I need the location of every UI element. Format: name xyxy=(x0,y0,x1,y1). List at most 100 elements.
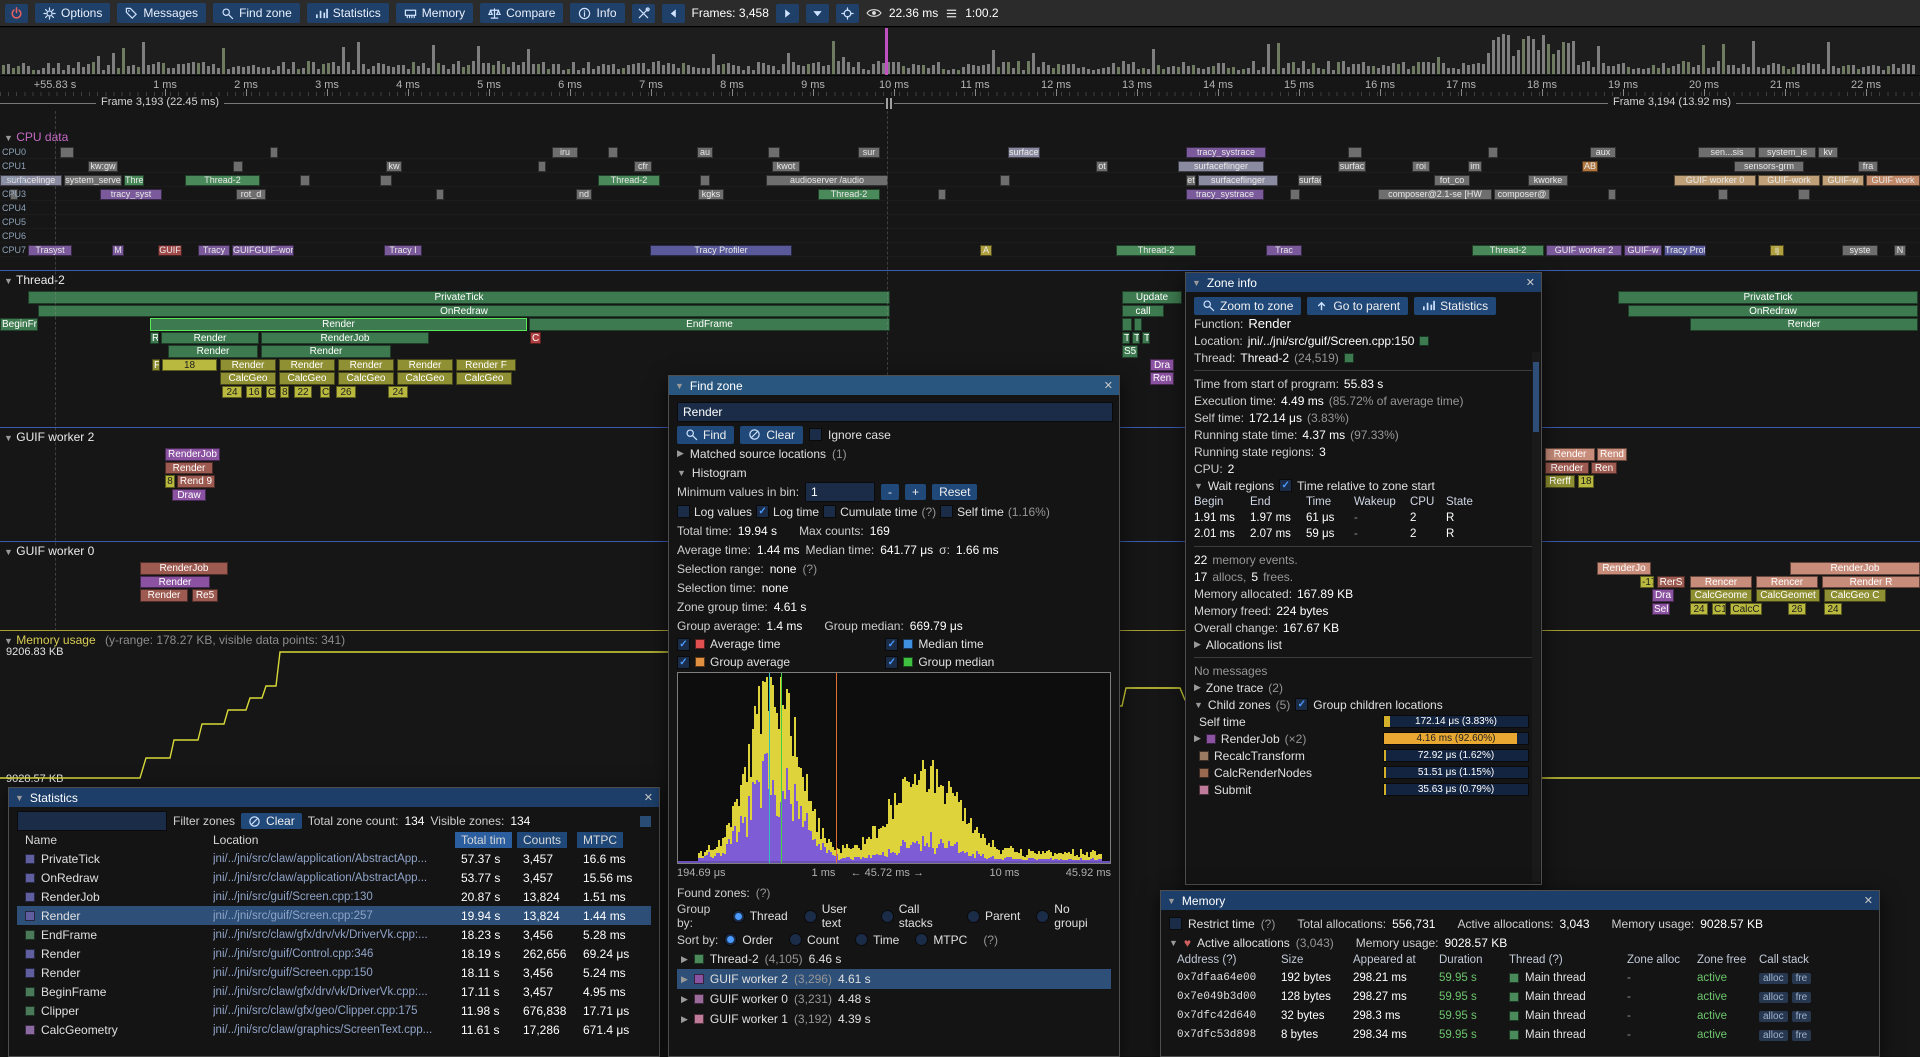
scrollbar-grip[interactable] xyxy=(640,816,651,827)
zone[interactable]: PrivateTick xyxy=(28,291,890,304)
cpu-segment[interactable]: kwot xyxy=(772,161,800,172)
memory-usage-header[interactable]: ▼ Memory usage (y-range: 178.27 KB, visi… xyxy=(4,633,345,647)
collapse-icon[interactable]: ▼ xyxy=(675,381,684,391)
cpu-segment[interactable]: Thread-2 xyxy=(598,175,660,186)
zone[interactable]: 18 xyxy=(162,359,217,372)
cpu-segment[interactable] xyxy=(700,175,710,186)
cpu-segment[interactable]: kv xyxy=(1818,147,1838,158)
table-row[interactable]: Clipperjni/../jni/src/claw/gfx/geo/Clipp… xyxy=(17,1001,651,1020)
allocation-column-header[interactable]: Zone free xyxy=(1697,954,1759,966)
sort-by-option[interactable]: Time xyxy=(855,933,899,947)
legend-checkbox[interactable] xyxy=(885,638,898,651)
allocation-row[interactable]: 0x7dfc53d8988 bytes298.34 ms59.95 sMain … xyxy=(1169,1025,1871,1044)
child-zone-row[interactable]: Submit35.63 μs (0.79%) xyxy=(1194,781,1533,798)
zone[interactable]: T xyxy=(1122,332,1130,345)
call-stack-button[interactable]: fre xyxy=(1792,973,1812,984)
cpu-segment[interactable] xyxy=(1608,189,1616,200)
zone[interactable]: C1 xyxy=(1712,603,1726,616)
allocation-column-header[interactable]: Size xyxy=(1281,954,1353,966)
cpu-segment[interactable]: Tracy I xyxy=(384,245,422,256)
cpu-segment[interactable]: tracy_syst xyxy=(100,189,162,200)
clear-button[interactable]: Clear xyxy=(740,426,803,444)
cpu-segment[interactable] xyxy=(1000,175,1010,186)
zone[interactable]: CalcGeo C xyxy=(1824,589,1886,602)
histogram-chart[interactable] xyxy=(677,672,1111,864)
cpu-segment[interactable]: syste xyxy=(1842,245,1878,256)
zone[interactable]: Render xyxy=(1545,448,1595,461)
cpu-segment[interactable]: Thre xyxy=(124,175,144,186)
bin-plus-button[interactable]: + xyxy=(905,484,926,500)
cpu-segment[interactable]: cfr xyxy=(634,161,652,172)
zone[interactable]: S5 xyxy=(1122,345,1138,358)
wait-region-row[interactable]: 2.01 ms2.07 ms59 μs-2R xyxy=(1194,526,1533,542)
toolbar-button-find-zone[interactable]: Find zone xyxy=(213,3,300,23)
column-header-location[interactable]: Location xyxy=(213,833,461,847)
scrollbar[interactable] xyxy=(1532,352,1540,882)
sort-by-option[interactable]: Count xyxy=(789,933,839,947)
zone[interactable]: Render xyxy=(140,576,210,589)
cpu-segment[interactable]: composer@2.1-se [HW xyxy=(1378,189,1492,200)
zone[interactable]: -17 xyxy=(1640,576,1654,589)
cpu-segment[interactable]: system_serve xyxy=(64,175,122,186)
frame-minimap[interactable] xyxy=(0,28,1920,76)
cpu-segment[interactable]: GUIF work xyxy=(1866,175,1920,186)
cpu-segment[interactable]: surfacef xyxy=(1008,147,1040,158)
cpu-segment[interactable]: et xyxy=(1186,175,1196,186)
toolbar-button-options[interactable]: Options xyxy=(35,3,110,23)
toolbar-button-info[interactable]: Info xyxy=(570,3,624,23)
allocation-row[interactable]: 0x7dfc42d64032 bytes298.3 ms59.95 sMain … xyxy=(1169,1006,1871,1025)
cpu-segment[interactable]: N xyxy=(1894,245,1906,256)
cpu-segment[interactable]: Tracy Profiler xyxy=(1664,245,1706,256)
zoom-to-zone-button[interactable]: Zoom to zone xyxy=(1194,297,1301,315)
child-zones-header[interactable]: ▼ Child zones(5) Group children location… xyxy=(1194,696,1533,713)
cpu-segment[interactable] xyxy=(60,147,74,158)
cpu-segment[interactable]: M xyxy=(112,245,124,256)
found-zone-group[interactable]: ▶GUIF worker 2(3,296)4.61 s xyxy=(677,969,1111,989)
cpu-segment[interactable]: surfac xyxy=(1338,161,1366,172)
cpu-segment[interactable]: kworke xyxy=(1528,175,1568,186)
close-icon[interactable]: ✕ xyxy=(1864,894,1873,907)
ignore-case-checkbox[interactable] xyxy=(809,428,822,441)
thread-header-guif-worker-0[interactable]: ▼ GUIF worker 0 xyxy=(4,544,94,558)
zone[interactable]: 24 xyxy=(388,386,408,399)
zone[interactable]: 26 xyxy=(1788,603,1806,616)
zone[interactable]: 24 xyxy=(1824,603,1842,616)
cpu-segment[interactable]: surfaceflinger xyxy=(1178,161,1264,172)
expand-icon[interactable]: ▶ xyxy=(681,974,688,985)
zone[interactable]: Render xyxy=(261,345,391,358)
cpu-segment[interactable]: au xyxy=(697,147,713,158)
zone[interactable]: Update xyxy=(1122,291,1182,304)
zone[interactable]: Dra xyxy=(1652,589,1674,602)
cpu-segment[interactable]: composer@ xyxy=(1494,189,1550,200)
cpu-segment[interactable]: Thread-2 xyxy=(1116,245,1196,256)
table-row[interactable]: Renderjni/../jni/src/guif/Control.cpp:34… xyxy=(17,944,651,963)
zone[interactable]: Render xyxy=(165,462,213,475)
legend-checkbox[interactable] xyxy=(885,656,898,669)
found-zone-group[interactable]: ▶Thread-2(4,105)6.46 s xyxy=(677,949,1111,969)
restrict-time-checkbox[interactable] xyxy=(1169,917,1182,930)
cpu-segment[interactable] xyxy=(538,161,546,172)
time-ruler[interactable]: +55.83 s1 ms2 ms3 ms4 ms5 ms6 ms7 ms8 ms… xyxy=(0,77,1920,96)
allocation-column-header[interactable]: Appeared at xyxy=(1353,954,1439,966)
zone[interactable]: Render xyxy=(279,359,335,372)
zone[interactable]: CalcGeo xyxy=(397,372,453,385)
close-icon[interactable]: ✕ xyxy=(644,791,653,804)
cpu-segment[interactable]: Trac xyxy=(1266,245,1302,256)
child-zone-row[interactable]: RecalcTransform72.92 μs (1.62%) xyxy=(1194,747,1533,764)
zone[interactable]: CalcGeomet xyxy=(1756,589,1820,602)
collapse-icon[interactable]: ▼ xyxy=(677,468,686,478)
zone[interactable]: CalcGeo xyxy=(456,372,512,385)
time-relative-checkbox[interactable] xyxy=(1279,479,1292,492)
collapse-icon[interactable]: ▼ xyxy=(1194,700,1203,710)
zone-trace-header[interactable]: ▶Zone trace(2) xyxy=(1194,679,1533,696)
expand-icon[interactable]: ▶ xyxy=(681,1014,688,1025)
wait-column-header[interactable]: End xyxy=(1250,496,1306,508)
cpu-segment[interactable] xyxy=(380,175,392,186)
group-by-option[interactable]: No groupi xyxy=(1036,902,1101,930)
zone[interactable]: Render xyxy=(140,589,188,602)
call-stack-button[interactable]: alloc xyxy=(1759,973,1788,984)
cpu-segment[interactable] xyxy=(1798,189,1810,200)
zone[interactable]: Render F xyxy=(456,359,516,372)
find-zone-title-bar[interactable]: ▼ Find zone ✕ xyxy=(669,376,1119,395)
frame-select-button[interactable] xyxy=(806,4,829,23)
